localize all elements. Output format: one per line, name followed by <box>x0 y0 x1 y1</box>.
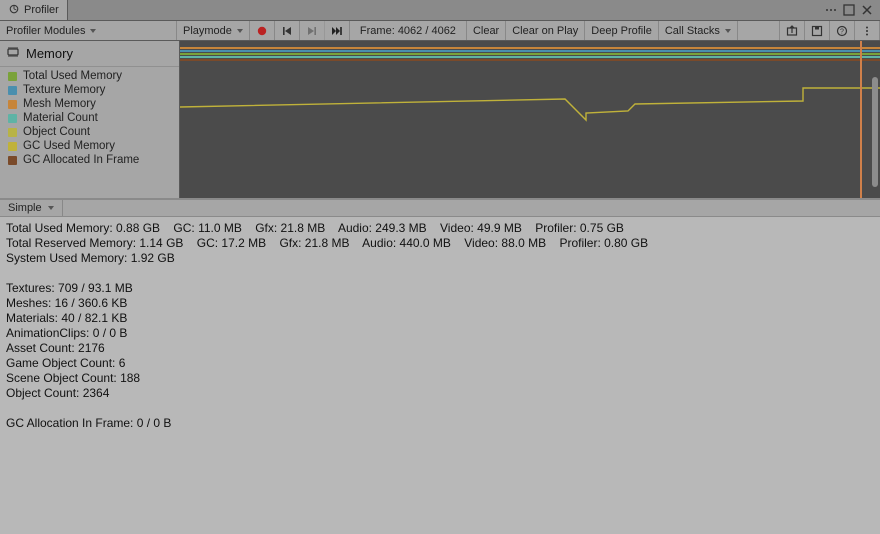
memory-icon <box>6 45 20 62</box>
help-button[interactable]: ? <box>830 21 855 40</box>
memory-details: Total Used Memory: 0.88 GB GC: 11.0 MB G… <box>0 217 880 534</box>
clear-button[interactable]: Clear <box>467 21 506 40</box>
swatch <box>8 142 17 151</box>
swatch <box>8 86 17 95</box>
profiler-graph-area: Memory Total Used Memory Texture Memory … <box>0 41 880 198</box>
maximize-icon[interactable] <box>842 3 856 17</box>
record-button[interactable] <box>250 21 275 40</box>
window-menu-icon[interactable] <box>824 3 838 17</box>
window-tab-bar: Profiler <box>0 0 880 21</box>
swatch <box>8 114 17 123</box>
legend-item[interactable]: Texture Memory <box>0 83 179 97</box>
close-icon[interactable] <box>860 3 874 17</box>
detail-view-dropdown[interactable]: Simple <box>0 200 63 216</box>
swatch <box>8 100 17 109</box>
swatch <box>8 156 17 165</box>
legend-label: Mesh Memory <box>23 98 96 110</box>
prev-frame-button[interactable] <box>275 21 300 40</box>
detail-mode-bar: Simple <box>0 198 880 217</box>
legend-item[interactable]: Object Count <box>0 125 179 139</box>
svg-text:?: ? <box>840 28 844 35</box>
profiler-tab[interactable]: Profiler <box>0 0 68 20</box>
legend-label: GC Allocated In Frame <box>23 154 139 166</box>
legend-item[interactable]: GC Used Memory <box>0 139 179 153</box>
memory-module-sidebar[interactable]: Memory Total Used Memory Texture Memory … <box>0 41 180 198</box>
legend: Total Used Memory Texture Memory Mesh Me… <box>0 67 179 169</box>
legend-label: Object Count <box>23 126 90 138</box>
clear-on-play-button[interactable]: Clear on Play <box>506 21 585 40</box>
save-button[interactable] <box>805 21 830 40</box>
memory-line-plot <box>180 41 880 198</box>
tab-spacer <box>68 0 818 20</box>
legend-label: Total Used Memory <box>23 70 122 82</box>
legend-label: GC Used Memory <box>23 140 115 152</box>
graph-scrollbar[interactable] <box>872 77 878 187</box>
legend-item[interactable]: Material Count <box>0 111 179 125</box>
frame-cursor[interactable] <box>860 41 862 198</box>
module-title: Memory <box>26 46 73 61</box>
legend-item[interactable]: Mesh Memory <box>0 97 179 111</box>
load-button[interactable] <box>780 21 805 40</box>
legend-label: Material Count <box>23 112 98 124</box>
legend-label: Texture Memory <box>23 84 105 96</box>
profiler-modules-dropdown[interactable]: Profiler Modules <box>0 21 177 40</box>
swatch <box>8 72 17 81</box>
memory-graph[interactable] <box>180 41 880 198</box>
legend-item[interactable]: GC Allocated In Frame <box>0 153 179 167</box>
swatch <box>8 128 17 137</box>
legend-item[interactable]: Total Used Memory <box>0 69 179 83</box>
memory-module-header[interactable]: Memory <box>0 41 179 67</box>
context-menu-button[interactable] <box>855 21 880 40</box>
next-frame-button[interactable] <box>300 21 325 40</box>
profiler-icon <box>8 3 20 18</box>
tab-title: Profiler <box>24 4 59 16</box>
playmode-dropdown[interactable]: Playmode <box>177 21 250 40</box>
current-frame-button[interactable] <box>325 21 350 40</box>
call-stacks-dropdown[interactable]: Call Stacks <box>659 21 738 40</box>
toolbar: Profiler Modules Playmode Frame: 4062 / … <box>0 21 880 41</box>
deep-profile-button[interactable]: Deep Profile <box>585 21 659 40</box>
frame-label: Frame: 4062 / 4062 <box>350 21 467 40</box>
